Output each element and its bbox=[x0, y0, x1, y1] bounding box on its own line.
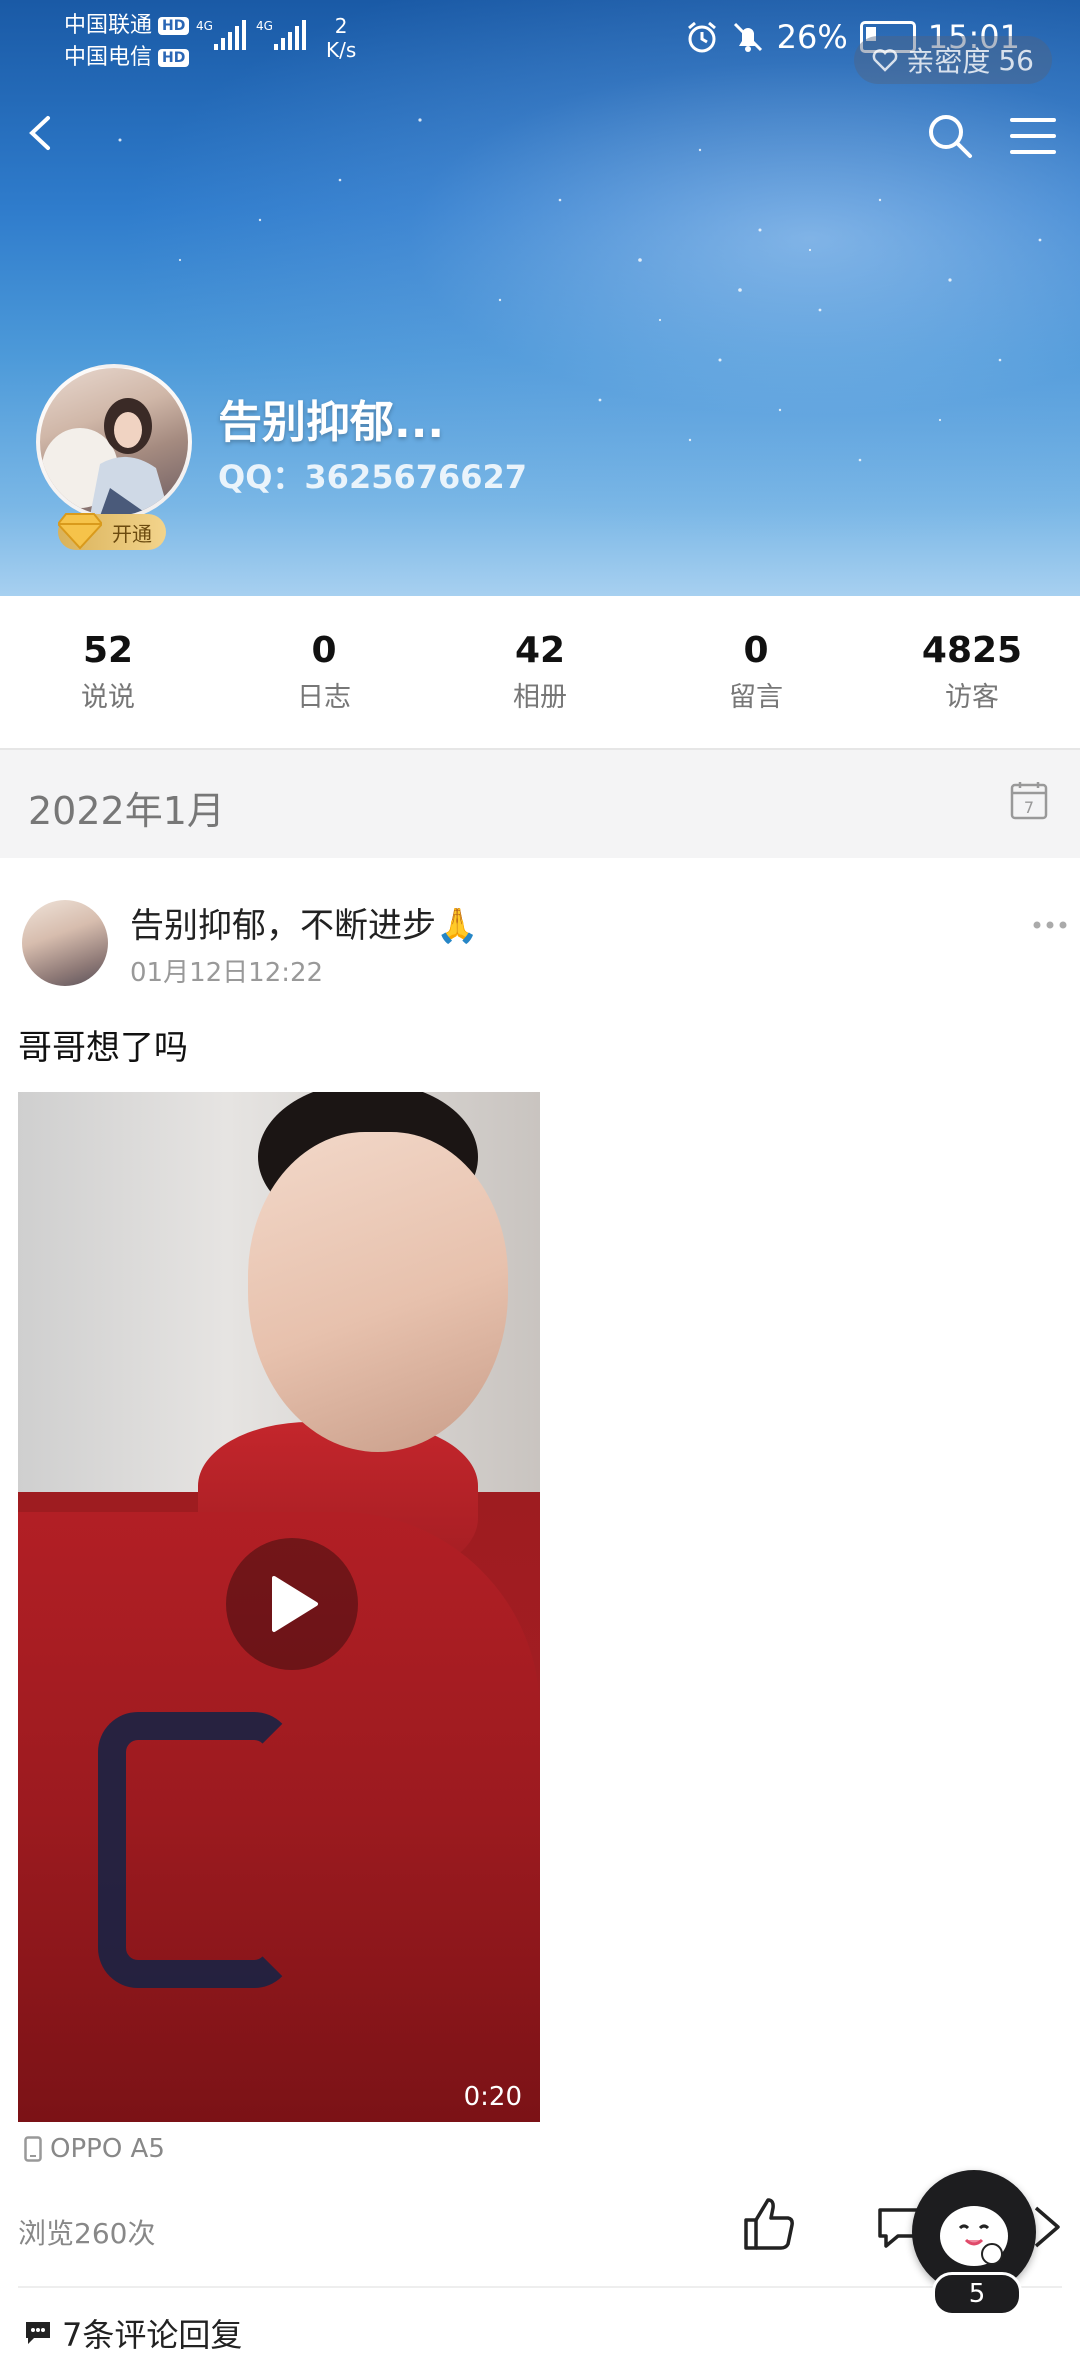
video-duration: 0:20 bbox=[463, 2082, 522, 2112]
more-icon[interactable] bbox=[1032, 918, 1068, 932]
stat-messages[interactable]: 0 留言 bbox=[648, 596, 864, 748]
profile-qq: QQ：3625676627 bbox=[218, 458, 528, 496]
post-time: 01月12日12:22 bbox=[130, 958, 324, 988]
carrier-1: 中国联通 bbox=[64, 13, 153, 38]
signal-icon: 4G bbox=[196, 19, 246, 50]
stat-value: 0 bbox=[311, 630, 337, 671]
stat-value: 4825 bbox=[921, 630, 1023, 671]
menu-icon[interactable] bbox=[1008, 112, 1058, 160]
play-button[interactable] bbox=[226, 1538, 358, 1670]
assistant-badge: 5 bbox=[932, 2272, 1022, 2316]
stat-label: 说说 bbox=[81, 682, 135, 713]
battery-percent: 26% bbox=[776, 18, 848, 56]
video-face bbox=[248, 1132, 508, 1452]
intimacy-label: 亲密度 bbox=[906, 45, 991, 78]
carrier-2: 中国电信 bbox=[64, 45, 153, 70]
calendar-icon[interactable]: 7 bbox=[1010, 780, 1048, 820]
stat-value: 42 bbox=[514, 630, 566, 671]
stat-blog[interactable]: 0 日志 bbox=[216, 596, 432, 748]
device-info: OPPO A5 bbox=[24, 2134, 165, 2164]
view-count: 浏览260次 bbox=[18, 2217, 156, 2250]
hd-badge: HD bbox=[158, 17, 190, 35]
intimacy-value: 56 bbox=[998, 43, 1034, 77]
like-icon[interactable] bbox=[740, 2196, 796, 2252]
comments-count: 7条评论回复 bbox=[62, 2316, 243, 2354]
stat-label: 访客 bbox=[945, 682, 999, 713]
post-divider bbox=[18, 2286, 1062, 2288]
diamond-icon bbox=[58, 513, 102, 550]
signal-icon: 4G bbox=[256, 19, 306, 50]
stat-visitors[interactable]: 4825 访客 bbox=[864, 596, 1080, 748]
alarm-icon bbox=[687, 21, 716, 53]
hd-badge: HD bbox=[158, 49, 190, 67]
profile-name: 告别抑郁... bbox=[218, 397, 445, 448]
chat-bubble-icon bbox=[26, 2322, 50, 2344]
intimacy-pill[interactable]: 亲密度 56 bbox=[854, 36, 1052, 84]
post-video[interactable]: 0:20 bbox=[18, 1092, 540, 2122]
profile-avatar[interactable] bbox=[36, 364, 192, 520]
stat-label: 相册 bbox=[513, 682, 567, 713]
stat-label: 留言 bbox=[729, 682, 783, 713]
play-icon bbox=[272, 1576, 318, 1632]
comments-summary[interactable]: 7条评论回复 bbox=[24, 2310, 242, 2356]
stat-value: 0 bbox=[743, 630, 769, 671]
assistant-icon bbox=[940, 2206, 1008, 2266]
stat-album[interactable]: 42 相册 bbox=[432, 596, 648, 748]
speed-unit: K/s bbox=[326, 38, 357, 62]
back-icon[interactable] bbox=[16, 108, 66, 158]
vip-label: 开通 bbox=[112, 521, 152, 546]
profile-banner: 中国联通 HD 中国电信 HD 4G 4G 2 K/s 26% 15:01 亲密度 … bbox=[0, 0, 1080, 596]
month-label: 2022年1月 bbox=[28, 789, 225, 833]
speed-value: 2 bbox=[334, 14, 348, 38]
post-text: 哥哥想了吗 bbox=[18, 1028, 188, 1068]
stat-shuoshuo[interactable]: 52 说说 bbox=[0, 596, 216, 748]
video-emblem bbox=[98, 1712, 294, 1988]
stat-label: 日志 bbox=[297, 682, 351, 713]
network-speed: 2 K/s bbox=[326, 14, 356, 62]
vip-open-badge[interactable]: 开通 bbox=[58, 513, 166, 550]
post-author[interactable]: 告别抑郁，不断进步🙏 bbox=[130, 898, 478, 947]
post-avatar[interactable] bbox=[22, 900, 108, 986]
carrier-info: 中国联通 HD 中国电信 HD bbox=[64, 10, 190, 74]
device-name: OPPO A5 bbox=[50, 2134, 165, 2164]
stat-value: 52 bbox=[82, 630, 134, 671]
network-type-2: 4G bbox=[256, 19, 273, 33]
month-header: 2022年1月 7 bbox=[0, 750, 1080, 858]
stats-row: 52 说说 0 日志 42 相册 0 留言 4825 访客 bbox=[0, 596, 1080, 750]
phone-icon bbox=[24, 2136, 42, 2162]
search-icon[interactable] bbox=[922, 108, 978, 164]
network-type-1: 4G bbox=[196, 19, 213, 33]
heart-icon bbox=[873, 49, 898, 72]
avatar-photo bbox=[42, 398, 170, 516]
mute-bell-icon bbox=[733, 22, 762, 52]
calendar-day: 7 bbox=[1024, 798, 1034, 817]
